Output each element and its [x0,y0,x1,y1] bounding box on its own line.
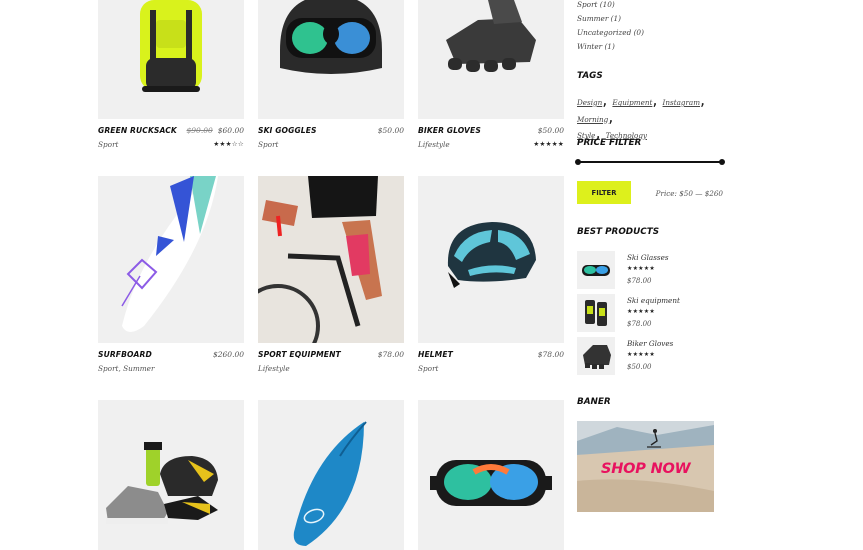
product-card[interactable] [418,400,564,550]
best-product-name[interactable]: Biker Gloves [627,339,673,348]
banner-heading: Baner [577,397,611,407]
ski-glasses-icon [582,265,610,276]
product-card[interactable] [258,400,404,550]
best-product-item[interactable]: Ski Glasses ★★★★★ $78.00 [577,251,727,289]
product-image[interactable] [98,176,244,343]
best-product-price: $78.00 [627,277,652,285]
cyclist-photo-icon [258,176,404,343]
product-price: $78.00 [537,350,564,359]
product-price: $50.00 [377,126,404,135]
best-product-image[interactable] [577,251,615,289]
product-price: $260.00 [212,350,244,359]
best-product-item[interactable]: Ski equipment ★★★★★ $78.00 [577,294,727,332]
shop-now-text[interactable]: SHOP NOW [601,461,691,477]
best-product-price: $78.00 [627,320,652,328]
surfboard-blue-icon [293,421,367,546]
product-image[interactable] [258,400,404,550]
tags-heading: Tags [577,71,603,81]
sport-shoes-icon [106,442,218,524]
price-range-label: Price: $50 — $260 [655,189,723,198]
best-product-price: $50.00 [627,363,652,371]
product-category[interactable]: Lifestyle [418,140,450,149]
best-product-name[interactable]: Ski equipment [627,296,680,305]
best-product-stars: ★★★★★ [627,265,655,272]
product-image[interactable] [258,0,404,119]
product-grid: Green Rucksack $90.00 $60.00 Sport ★★★☆☆ … [98,0,564,550]
surfboard-icon [121,176,218,332]
rating-stars: ★★★★★ [533,140,564,148]
rucksack-icon [140,0,202,92]
old-price: $90.00 [186,126,213,135]
product-image[interactable] [98,400,244,550]
product-card[interactable]: Biker Gloves $50.00 Lifestyle ★★★★★ [418,0,564,153]
tag-equipment[interactable]: Equipment [612,98,652,107]
tag-cloud: Design, Equipment, Instagram, Morning, S… [577,90,706,142]
best-product-name[interactable]: Ski Glasses [627,253,669,262]
current-price: $60.00 [217,126,244,135]
ski-helmet-icon [280,0,382,74]
product-name[interactable]: Sport Equipment [258,350,341,359]
price-filter-heading: Price Filter [577,138,642,148]
product-category[interactable]: Lifestyle [258,364,290,373]
price-slider-max-handle[interactable] [719,159,725,165]
product-card[interactable]: Sport Equipment $78.00 Lifestyle [258,176,404,377]
best-products-heading: Best Products [577,227,660,237]
best-product-stars: ★★★★★ [627,308,655,315]
price-slider-track[interactable] [575,159,725,165]
product-card[interactable] [98,400,244,550]
best-product-image[interactable] [577,294,615,332]
tag-morning[interactable]: Morning [577,115,608,124]
category-link-winter[interactable]: Winter (1) [577,42,615,51]
product-category[interactable]: Sport [418,364,438,373]
shop-now-banner[interactable]: SHOP NOW [577,421,714,512]
product-card[interactable]: Green Rucksack $90.00 $60.00 Sport ★★★☆☆ [98,0,244,153]
gloves-icon [446,0,536,72]
biker-gloves-icon [583,345,611,369]
product-card[interactable]: Ski Goggles $50.00 Sport [258,0,404,153]
product-image[interactable] [98,0,244,119]
product-category[interactable]: Sport [98,140,118,149]
product-name[interactable]: Surfboard [98,350,152,359]
product-image[interactable] [418,176,564,343]
category-link-sport[interactable]: Sport (10) [577,0,615,9]
rating-stars: ★★★☆☆ [213,140,244,148]
tag-instagram[interactable]: Instagram [663,98,700,107]
product-price: $90.00 $60.00 [187,126,245,135]
product-name[interactable]: Green Rucksack [98,126,177,135]
bike-helmet-icon [447,222,536,288]
tag-design[interactable]: Design [577,98,602,107]
goggles-icon [430,460,552,506]
product-image[interactable] [418,0,564,119]
category-link-uncategorized[interactable]: Uncategorized (0) [577,28,644,37]
product-card[interactable]: Surfboard $260.00 Sport, Summer [98,176,244,377]
filter-button[interactable]: Filter [577,181,631,204]
best-product-image[interactable] [577,337,615,375]
price-slider-min-handle[interactable] [575,159,581,165]
product-name[interactable]: Ski Goggles [258,126,317,135]
product-price: $78.00 [377,350,404,359]
best-product-item[interactable]: Biker Gloves ★★★★★ $50.00 [577,337,727,375]
product-name[interactable]: Biker Gloves [418,126,481,135]
product-category[interactable]: Sport [258,140,278,149]
product-card[interactable]: Helmet $78.00 Sport [418,176,564,377]
category-link-summer[interactable]: Summer (1) [577,14,621,23]
ski-equipment-icon [585,300,607,326]
product-price: $50.00 [537,126,564,135]
product-image[interactable] [258,176,404,343]
best-product-stars: ★★★★★ [627,351,655,358]
product-image[interactable] [418,400,564,550]
product-category[interactable]: Sport, Summer [98,364,154,373]
shop-sidebar: Sport (10) Summer (1) Uncategorized (0) … [575,0,727,550]
product-name[interactable]: Helmet [418,350,453,359]
